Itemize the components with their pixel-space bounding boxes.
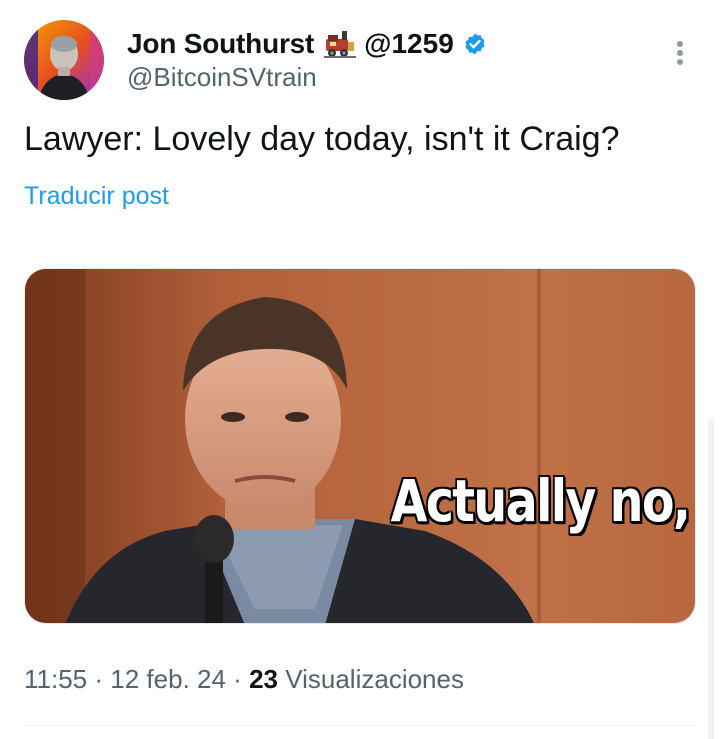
author-name-row[interactable]: Jon Southurst @1259	[127, 26, 487, 62]
author-avatar[interactable]	[24, 20, 104, 100]
tweet-meta: 11:55 · 12 feb. 24 · 23 Visualizaciones	[24, 664, 464, 695]
divider	[24, 725, 696, 726]
author-badge-text: @1259	[364, 28, 454, 59]
tweet-media-image[interactable]: Actually no,	[24, 268, 696, 624]
views-count: 23	[249, 664, 278, 694]
tweet-text: Lawyer: Lovely day today, isn't it Craig…	[24, 120, 620, 158]
tweet-date[interactable]: 12 feb. 24	[110, 664, 226, 694]
verified-badge-icon	[463, 32, 487, 56]
meme-caption: Actually no,	[390, 467, 690, 535]
author-display-name[interactable]: Jon Southurst	[127, 28, 314, 60]
more-options-icon[interactable]	[670, 38, 690, 68]
meta-separator: ·	[94, 664, 104, 694]
author-handle[interactable]: @BitcoinSVtrain	[127, 62, 317, 93]
views-label: Visualizaciones	[285, 664, 464, 694]
translate-post-link[interactable]: Traducir post	[24, 182, 169, 211]
tweet-time[interactable]: 11:55	[24, 664, 87, 694]
scrollbar[interactable]	[708, 418, 714, 739]
train-emoji-icon	[324, 29, 357, 59]
meta-separator-2: ·	[233, 664, 242, 694]
